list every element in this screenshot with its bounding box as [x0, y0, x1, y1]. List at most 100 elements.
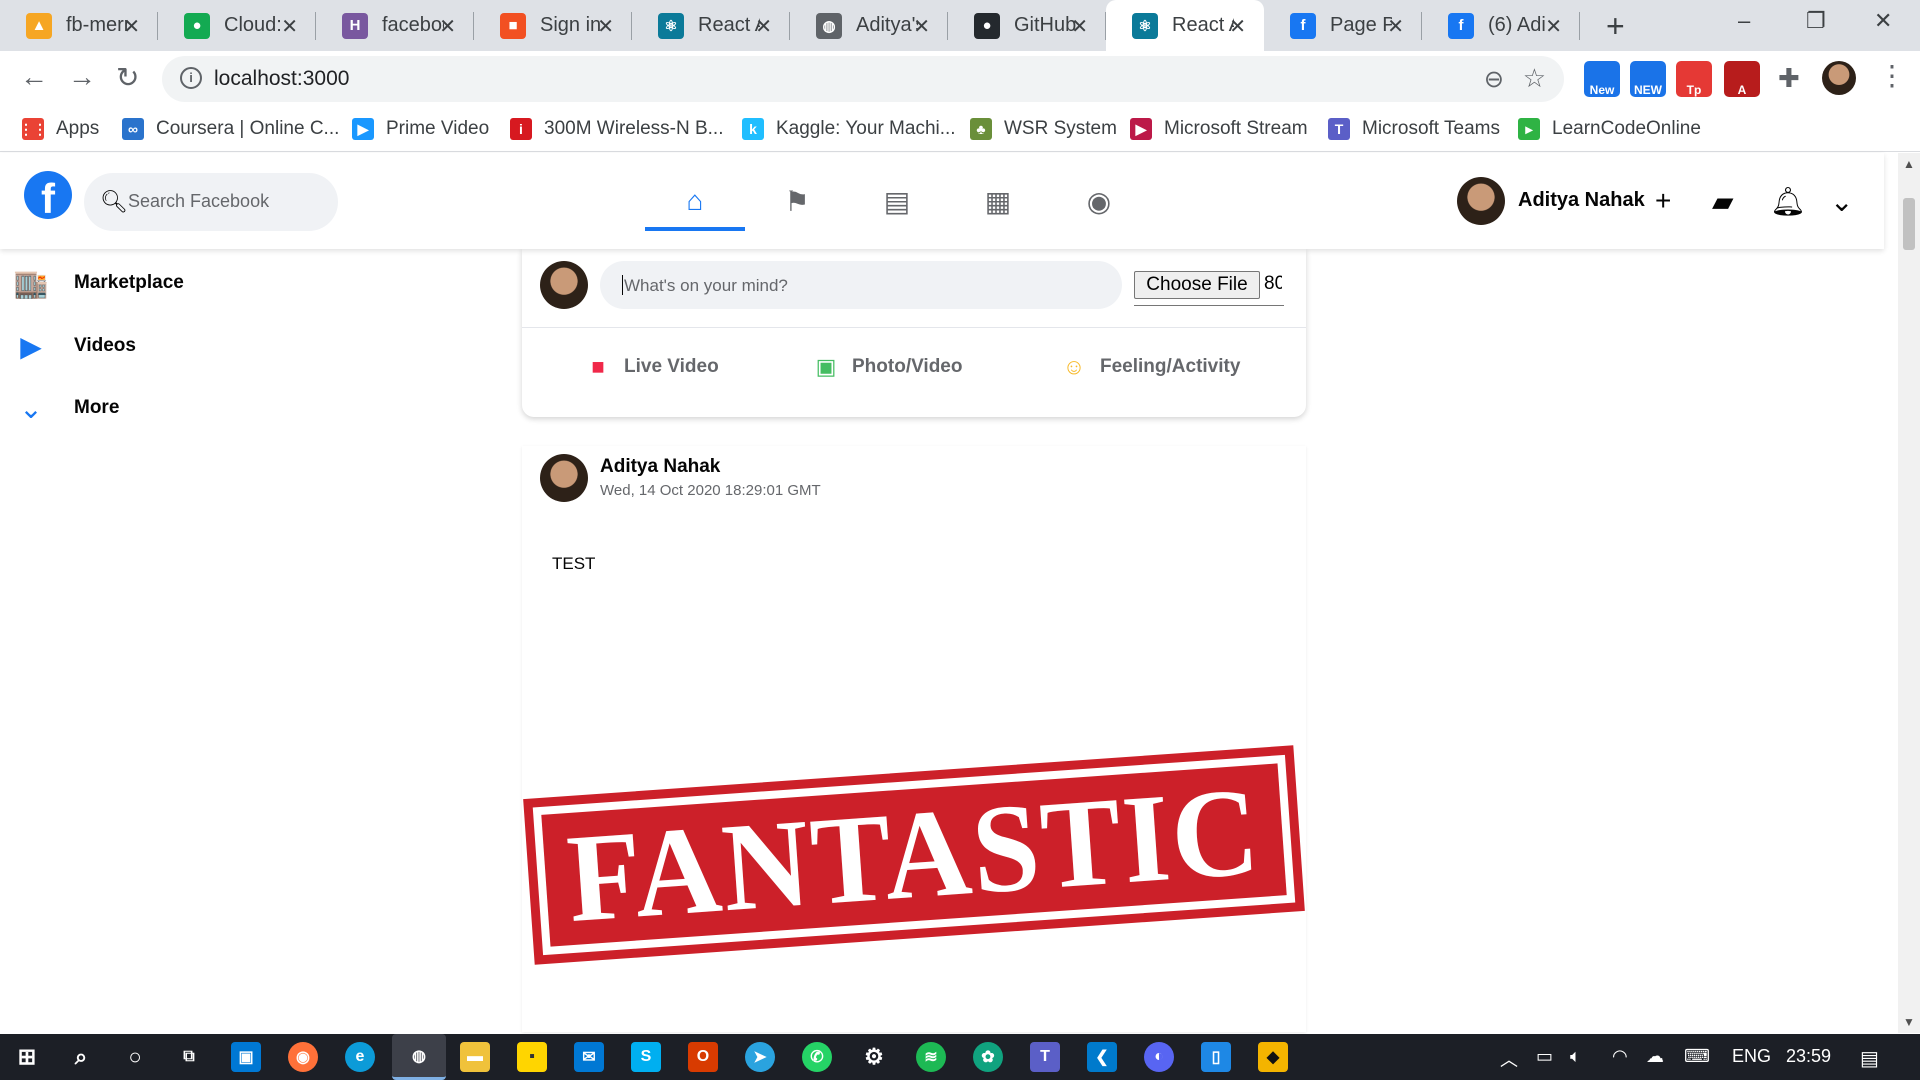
bookmark-label[interactable]: Coursera | Online C...: [156, 118, 339, 140]
pdf-extension[interactable]: A: [1724, 61, 1760, 97]
teams-taskbar-icon[interactable]: T: [1030, 1042, 1060, 1072]
account-dropdown-icon[interactable]: ⌄: [1830, 185, 1853, 218]
tab-title[interactable]: GitHub: [1014, 14, 1076, 37]
browser-tab[interactable]: f (6) Adi ✕: [1422, 0, 1580, 51]
back-arrow-icon[interactable]: ←: [20, 61, 48, 93]
telegram-icon[interactable]: ➤: [745, 1042, 775, 1072]
profile-avatar[interactable]: [1822, 61, 1856, 95]
header-avatar[interactable]: [1457, 177, 1505, 225]
tab-title[interactable]: fb-merr: [66, 14, 128, 37]
bookmark-item[interactable]: k Kaggle: Your Machi...: [742, 114, 956, 144]
close-tab-icon[interactable]: ✕: [597, 14, 614, 39]
close-window-icon[interactable]: ✕: [1874, 8, 1892, 34]
bookmark-item[interactable]: i 300M Wireless-N B...: [510, 114, 723, 144]
nav-groups-tab[interactable]: ◉: [1049, 175, 1149, 227]
create-plus-icon[interactable]: +: [1655, 185, 1671, 217]
file-input-text[interactable]: 80: [1264, 273, 1282, 295]
tab-title[interactable]: React A: [698, 14, 760, 37]
composer-option-photo-video[interactable]: ▣ Photo/Video: [812, 353, 963, 381]
keyboard-icon[interactable]: ⌨: [1684, 1046, 1710, 1067]
post-author-name[interactable]: Aditya Nahak: [600, 456, 720, 478]
action-center-icon[interactable]: ▤: [1860, 1046, 1879, 1071]
forward-arrow-icon[interactable]: →: [68, 61, 96, 93]
new-badge-extension[interactable]: New: [1584, 61, 1620, 97]
bookmark-item[interactable]: ▸ LearnCodeOnline: [1518, 114, 1701, 144]
search-placeholder[interactable]: Search Facebook: [128, 191, 269, 212]
tray-chevron-icon[interactable]: ︿: [1500, 1046, 1518, 1072]
discord-icon[interactable]: ◐: [1144, 1042, 1174, 1072]
close-tab-icon[interactable]: ✕: [755, 14, 772, 39]
store-app-icon[interactable]: ▣: [231, 1042, 261, 1072]
bookmark-label[interactable]: Microsoft Teams: [1362, 118, 1500, 140]
bookmark-item[interactable]: ▶ Prime Video: [352, 114, 489, 144]
tab-title[interactable]: faceboo: [382, 14, 444, 37]
nav-watch-tab[interactable]: ▤: [847, 175, 947, 227]
header-user-name[interactable]: Aditya Nahak: [1518, 189, 1645, 212]
taskbar-search-icon[interactable]: ⌕: [66, 1042, 96, 1072]
close-tab-icon[interactable]: ✕: [281, 14, 298, 39]
tab-title[interactable]: Cloud: M: [224, 14, 286, 37]
browser-menu-icon[interactable]: ⋮: [1878, 59, 1906, 92]
language-indicator[interactable]: ENG: [1732, 1046, 1771, 1067]
composer-option-feeling-activity[interactable]: ☺ Feeling/Activity: [1060, 353, 1241, 381]
windows-start-icon[interactable]: ⊞: [12, 1042, 42, 1072]
new-badge-extension-2[interactable]: NEW: [1630, 61, 1666, 97]
chrome-taskbar-icon[interactable]: ◍: [392, 1034, 446, 1080]
onedrive-icon[interactable]: ☁: [1646, 1046, 1664, 1067]
nav-marketplace-tab[interactable]: ▦: [948, 175, 1048, 227]
scrollbar-thumb[interactable]: [1903, 198, 1915, 250]
bookmark-label[interactable]: Apps: [56, 118, 99, 140]
close-tab-icon[interactable]: ✕: [1545, 14, 1562, 39]
nav-home-tab[interactable]: ⌂: [645, 175, 745, 231]
facebook-logo-icon[interactable]: f: [24, 171, 72, 219]
bookmark-star-icon[interactable]: ☆: [1523, 63, 1546, 94]
post-author-avatar[interactable]: [540, 454, 588, 502]
browser-tab[interactable]: ● Cloud: M✕: [158, 0, 316, 51]
browser-tab[interactable]: ⚛ React A✕: [632, 0, 790, 51]
wifi-icon[interactable]: ◠: [1612, 1046, 1628, 1067]
app-icon-green[interactable]: ✿: [973, 1042, 1003, 1072]
choose-file-button[interactable]: Choose File: [1134, 271, 1260, 299]
sidebar-item-more[interactable]: ⌄ More: [14, 391, 119, 425]
bookmark-item[interactable]: ⋮⋮ Apps: [19, 114, 99, 144]
notifications-bell-icon[interactable]: 🔔︎: [1770, 185, 1806, 218]
address-bar[interactable]: i localhost:3000 ⊖ ☆: [162, 56, 1564, 102]
site-info-icon[interactable]: i: [180, 67, 202, 89]
clock[interactable]: 23:59: [1786, 1046, 1831, 1067]
bookmark-label[interactable]: 300M Wireless-N B...: [544, 118, 723, 140]
composer-option-live-video[interactable]: ■ Live Video: [584, 353, 718, 381]
facebook-search-box[interactable]: 🔍︎ Search Facebook: [84, 173, 338, 231]
zoom-icon[interactable]: ⊖: [1484, 65, 1504, 94]
office-icon[interactable]: O: [688, 1042, 718, 1072]
close-tab-icon[interactable]: ✕: [913, 14, 930, 39]
url-text[interactable]: localhost:3000: [214, 67, 349, 91]
tab-title[interactable]: (6) Adi: [1488, 14, 1550, 37]
close-tab-icon[interactable]: ✕: [123, 14, 140, 39]
reload-icon[interactable]: ↻: [116, 61, 139, 94]
bookmark-item[interactable]: ∞ Coursera | Online C...: [122, 114, 339, 144]
status-input[interactable]: What's on your mind?: [600, 261, 1122, 309]
battery-icon[interactable]: ▭: [1536, 1046, 1553, 1067]
bookmark-label[interactable]: LearnCodeOnline: [1552, 118, 1701, 140]
page-scrollbar[interactable]: ▲ ▼: [1898, 153, 1920, 1033]
spotify-icon[interactable]: ≋: [916, 1042, 946, 1072]
edge-icon[interactable]: e: [345, 1042, 375, 1072]
volume-icon[interactable]: 🔈︎: [1570, 1046, 1581, 1067]
minimize-window-icon[interactable]: –: [1738, 8, 1750, 34]
whatsapp-icon[interactable]: ✆: [802, 1042, 832, 1072]
vscode-icon[interactable]: ❮: [1087, 1042, 1117, 1072]
bookmark-label[interactable]: Prime Video: [386, 118, 489, 140]
bookmark-label[interactable]: Microsoft Stream: [1164, 118, 1308, 140]
bookmark-item[interactable]: T Microsoft Teams: [1328, 114, 1500, 144]
firefox-icon[interactable]: ◉: [288, 1042, 318, 1072]
browser-tab[interactable]: ● GitHub ✕: [948, 0, 1106, 51]
tab-title[interactable]: Aditya's: [856, 14, 918, 37]
browser-tab[interactable]: ■ Sign in ✕: [474, 0, 632, 51]
close-tab-icon[interactable]: ✕: [1071, 14, 1088, 39]
bookmark-item[interactable]: ♣ WSR System: [970, 114, 1117, 144]
phone-app-icon[interactable]: ▯: [1201, 1042, 1231, 1072]
bookmark-item[interactable]: ▶ Microsoft Stream: [1130, 114, 1308, 144]
browser-tab[interactable]: ◍ Aditya's✕: [790, 0, 948, 51]
browser-tab[interactable]: f Page Pl✕: [1264, 0, 1422, 51]
task-view-icon[interactable]: ⧉: [174, 1042, 204, 1072]
